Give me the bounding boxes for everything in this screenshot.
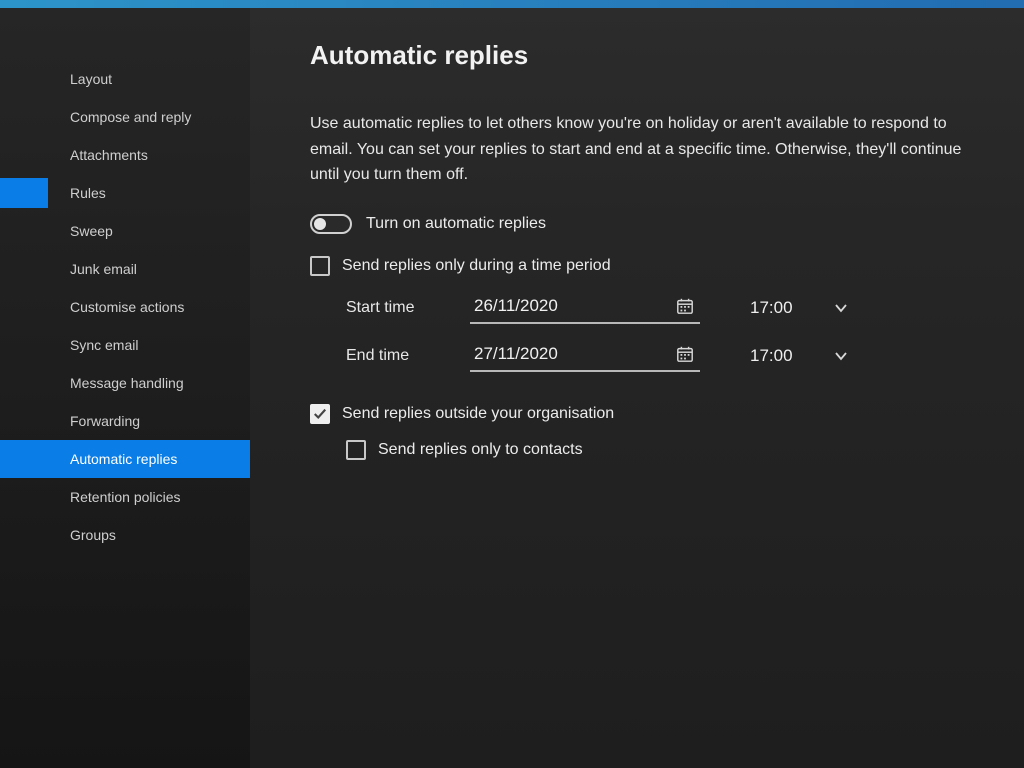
start-date-value: 26/11/2020 xyxy=(474,296,558,316)
outside-organisation-checkbox[interactable] xyxy=(310,404,330,424)
only-contacts-checkbox-label: Send replies only to contacts xyxy=(378,441,583,459)
toggle-knob-icon xyxy=(314,218,326,230)
only-contacts-checkbox[interactable] xyxy=(346,440,366,460)
chevron-down-icon xyxy=(833,348,849,364)
sidebar-item-retention-policies[interactable]: Retention policies xyxy=(0,478,250,516)
time-period-fields: Start time 26/11/2020 17:00 xyxy=(346,292,984,372)
calendar-icon xyxy=(676,297,694,315)
sidebar-item-attachments[interactable]: Attachments xyxy=(0,136,250,174)
time-period-checkbox[interactable] xyxy=(310,256,330,276)
end-time-label: End time xyxy=(346,347,446,365)
start-time-dropdown[interactable]: 17:00 xyxy=(750,298,849,318)
time-period-checkbox-label: Send replies only during a time period xyxy=(342,257,611,275)
end-time-value: 17:00 xyxy=(750,346,793,366)
automatic-replies-toggle[interactable] xyxy=(310,214,352,234)
sidebar-item-compose-and-reply[interactable]: Compose and reply xyxy=(0,98,250,136)
end-time-row: End time 27/11/2020 17:00 xyxy=(346,340,984,372)
page-description: Use automatic replies to let others know… xyxy=(310,111,984,188)
sidebar-item-layout[interactable]: Layout xyxy=(0,60,250,98)
page-title: Automatic replies xyxy=(310,40,984,71)
sidebar-item-rules[interactable]: Rules xyxy=(0,174,250,212)
sidebar-item-groups[interactable]: Groups xyxy=(0,516,250,554)
calendar-icon xyxy=(676,345,694,363)
start-time-value: 17:00 xyxy=(750,298,793,318)
sidebar-item-sync-email[interactable]: Sync email xyxy=(0,326,250,364)
sidebar-item-message-handling[interactable]: Message handling xyxy=(0,364,250,402)
end-time-dropdown[interactable]: 17:00 xyxy=(750,346,849,366)
start-date-input[interactable]: 26/11/2020 xyxy=(470,292,700,324)
sidebar-item-junk-email[interactable]: Junk email xyxy=(0,250,250,288)
sidebar-item-sweep[interactable]: Sweep xyxy=(0,212,250,250)
window-accent-bar xyxy=(0,0,1024,8)
sidebar-item-forwarding[interactable]: Forwarding xyxy=(0,402,250,440)
sidebar-item-automatic-replies[interactable]: Automatic replies xyxy=(0,440,250,478)
sidebar-item-customise-actions[interactable]: Customise actions xyxy=(0,288,250,326)
end-date-input[interactable]: 27/11/2020 xyxy=(470,340,700,372)
chevron-down-icon xyxy=(833,300,849,316)
settings-panel: Automatic replies Use automatic replies … xyxy=(250,0,1024,768)
start-time-row: Start time 26/11/2020 17:00 xyxy=(346,292,984,324)
end-date-value: 27/11/2020 xyxy=(474,344,558,364)
start-time-label: Start time xyxy=(346,299,446,317)
outside-organisation-checkbox-label: Send replies outside your organisation xyxy=(342,405,614,423)
settings-sidebar: Layout Compose and reply Attachments Rul… xyxy=(0,0,250,768)
automatic-replies-toggle-label: Turn on automatic replies xyxy=(366,215,546,233)
